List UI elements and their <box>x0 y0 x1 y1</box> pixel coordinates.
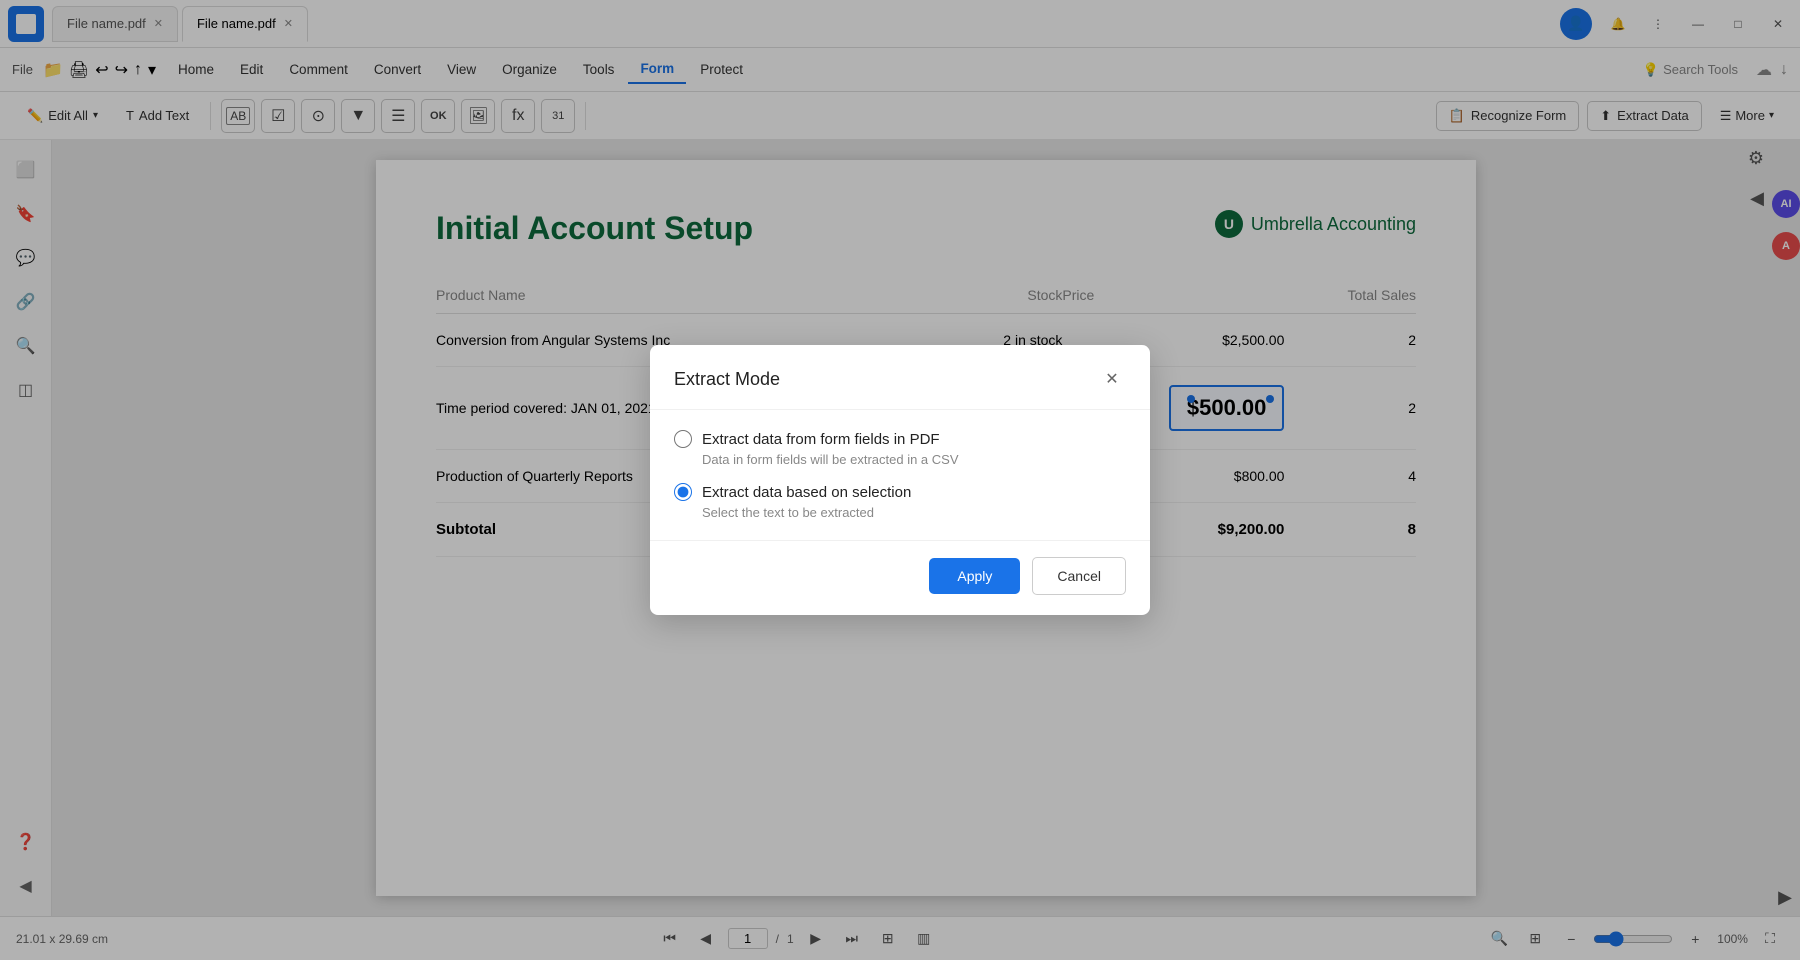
extract-selection-radio[interactable] <box>674 483 692 501</box>
modal-overlay[interactable]: Extract Mode ✕ Extract data from form fi… <box>0 0 1800 960</box>
modal-footer: Apply Cancel <box>650 540 1150 615</box>
apply-button[interactable]: Apply <box>929 558 1020 594</box>
extract-selection-label: Extract data based on selection <box>674 483 1126 501</box>
cancel-button[interactable]: Cancel <box>1032 557 1126 595</box>
modal-close-button[interactable]: ✕ <box>1098 365 1126 393</box>
extract-mode-dialog: Extract Mode ✕ Extract data from form fi… <box>650 345 1150 615</box>
modal-title: Extract Mode <box>674 369 780 390</box>
extract-form-fields-label: Extract data from form fields in PDF <box>674 430 1126 448</box>
radio-group: Extract data from form fields in PDF Dat… <box>674 430 1126 520</box>
extract-form-fields-option[interactable]: Extract data from form fields in PDF Dat… <box>674 430 1126 467</box>
modal-header: Extract Mode ✕ <box>650 345 1150 410</box>
extract-form-fields-radio[interactable] <box>674 430 692 448</box>
extract-selection-option[interactable]: Extract data based on selection Select t… <box>674 483 1126 520</box>
extract-form-fields-text: Extract data from form fields in PDF <box>702 431 940 448</box>
extract-selection-text: Extract data based on selection <box>702 484 911 501</box>
modal-body: Extract data from form fields in PDF Dat… <box>650 410 1150 540</box>
extract-selection-desc: Select the text to be extracted <box>702 505 1126 520</box>
extract-form-fields-desc: Data in form fields will be extracted in… <box>702 452 1126 467</box>
